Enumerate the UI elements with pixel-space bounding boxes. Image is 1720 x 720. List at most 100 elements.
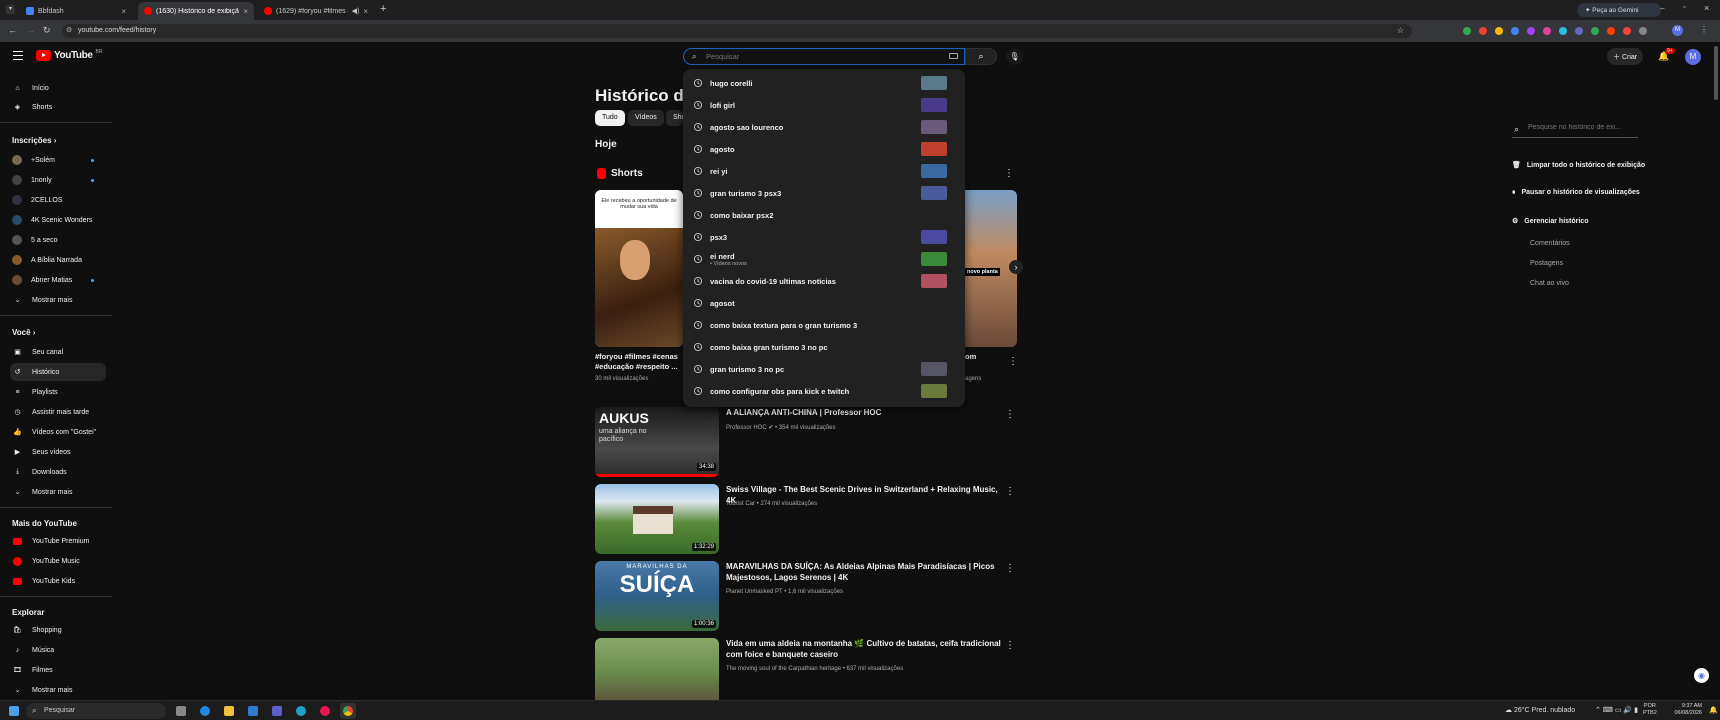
sidebar-item-liked[interactable]: 👍 Vídeos com "Gostei" — [10, 423, 106, 441]
teams-icon[interactable] — [272, 706, 282, 716]
short-more-icon[interactable]: ⋮ — [1008, 356, 1018, 367]
video-row[interactable]: 1:32:29 Swiss Village - The Best Scenic … — [595, 484, 1015, 556]
tab-close-icon[interactable]: × — [121, 7, 126, 16]
video-row[interactable]: MARAVILHAS DA SUÍÇA 1:00:36 MARAVILHAS D… — [595, 561, 1015, 633]
you-heading[interactable]: Você › — [12, 328, 35, 337]
new-tab-button[interactable]: + — [380, 3, 386, 15]
url-bar[interactable]: ⚙ youtube.com/feed/history ☆ — [62, 24, 1412, 38]
sidebar-item-playlists[interactable]: ≡ Playlists — [10, 383, 106, 401]
search-suggestion[interactable]: como baixa textura para o gran turismo 3 — [683, 315, 965, 335]
search-suggestion[interactable]: ei nerd • Vídeos novos — [683, 249, 965, 269]
video-more-icon[interactable]: ⋮ — [1005, 563, 1015, 574]
taskbar-search-input[interactable]: ⌕ Pesquisar — [26, 703, 166, 719]
video-title[interactable]: A ALIANÇA ANTI-CHINA | Professor HOC — [726, 407, 1006, 418]
extension-icon[interactable] — [1527, 27, 1535, 35]
bookmark-star-icon[interactable]: ☆ — [1397, 26, 1404, 35]
browser-menu-icon[interactable]: ⋮ — [1700, 25, 1708, 34]
search-suggestion[interactable]: gran turismo 3 psx3 — [683, 183, 965, 203]
video-thumbnail[interactable]: AUKUS uma aliança no pacífico 34:38 — [595, 407, 719, 477]
voice-search-icon[interactable]: 🎙 — [1006, 48, 1023, 65]
sidebar-item-shopping[interactable]: 🛍 Shopping — [10, 621, 106, 639]
store-icon[interactable] — [248, 706, 258, 716]
sidebar-item-kids[interactable]: YouTube Kids — [10, 572, 106, 590]
video-thumbnail[interactable]: 1:32:29 — [595, 484, 719, 554]
sidebar-item-sub[interactable]: Abner Matias — [10, 271, 106, 289]
video-row[interactable]: AUKUS uma aliança no pacífico 34:38 A AL… — [595, 407, 1015, 479]
forward-icon[interactable]: → — [26, 25, 35, 35]
search-suggestion[interactable]: agosto — [683, 139, 965, 159]
search-suggestion[interactable]: hugo corelli — [683, 73, 965, 93]
tab-close-icon[interactable]: × — [243, 7, 248, 16]
sidebar-item-sub[interactable]: 2CELLOS — [10, 191, 106, 209]
search-suggestion[interactable]: como configurar obs para kick e twitch — [683, 381, 965, 401]
speaker-icon[interactable]: ◀) — [352, 7, 360, 15]
site-info-icon[interactable]: ⚙ — [66, 26, 72, 34]
subscriptions-heading[interactable]: Inscrições › — [12, 136, 56, 145]
extension-icon[interactable] — [1479, 27, 1487, 35]
create-button[interactable]: ＋ Criar — [1607, 48, 1643, 65]
sidebar-item-sub[interactable]: A Bíblia Narrada — [10, 251, 106, 269]
close-window-button[interactable]: × — [1704, 3, 1709, 13]
tab-close-icon[interactable]: × — [363, 7, 368, 16]
tab-search-icon[interactable]: ▾ — [6, 5, 15, 14]
chip-videos[interactable]: Vídeos — [628, 110, 664, 126]
sidebar-item-shorts[interactable]: ◈ Shorts — [10, 98, 106, 116]
extension-icon[interactable] — [1511, 27, 1519, 35]
search-suggestion[interactable]: agosot — [683, 293, 965, 313]
weather-widget[interactable]: ☁ 26°C Pred. nublado — [1505, 706, 1575, 714]
search-suggestion[interactable]: como baixa gran turismo 3 no pc — [683, 337, 965, 357]
video-title[interactable]: Vida em uma aldeia na montanha 🌿 Cultivo… — [726, 638, 1006, 660]
sidebar-item-movies[interactable]: 🎞 Filmes — [10, 661, 106, 679]
task-view-icon[interactable] — [176, 706, 186, 716]
video-thumbnail[interactable] — [595, 638, 719, 700]
sidebar-item-watch-later[interactable]: ◷ Assistir mais tarde — [10, 403, 106, 421]
sidebar-show-more-explore[interactable]: ⌄ Mostrar mais — [10, 681, 106, 699]
maximize-button[interactable]: ▫ — [1683, 4, 1685, 11]
browser-tab-1[interactable]: (1630) Histórico de exibição - Yo × — [138, 2, 254, 20]
extension-icon[interactable] — [1543, 27, 1551, 35]
short-thumbnail[interactable]: Ele recebeu a oportunidade de mudar sua … — [595, 190, 683, 347]
chip-shorts[interactable]: Shorts — [666, 110, 683, 126]
clock[interactable]: 9:37 AM 06/08/2026 — [1660, 703, 1702, 717]
extension-icon[interactable] — [1623, 27, 1631, 35]
chrome-active-tile[interactable] — [340, 703, 356, 719]
extension-icon[interactable] — [1607, 27, 1615, 35]
comments-link[interactable]: Comentários — [1530, 240, 1570, 247]
music-app-icon[interactable] — [320, 706, 330, 716]
extension-icon[interactable] — [1575, 27, 1583, 35]
sidebar-item-sub[interactable]: 4K Scenic Wonders — [10, 211, 106, 229]
posts-link[interactable]: Postagens — [1530, 260, 1563, 267]
short-caption[interactable]: #foryou #filmes #cenas #educação #respei… — [595, 352, 683, 372]
back-icon[interactable]: ← — [8, 25, 17, 35]
history-search-input[interactable]: ⌕ — [1512, 123, 1638, 138]
clear-history-button[interactable]: 🗑 Limpar todo o histórico de exibição — [1512, 161, 1645, 169]
search-suggestion[interactable]: vacina do covid-19 ultimas noticias — [683, 271, 965, 291]
edge-icon[interactable] — [296, 706, 306, 716]
file-explorer-icon[interactable] — [224, 706, 234, 716]
sidebar-item-downloads[interactable]: ⤓ Downloads — [10, 463, 106, 481]
sidebar-item-music-explore[interactable]: ♪ Música — [10, 641, 106, 659]
reload-icon[interactable]: ↻ — [43, 25, 51, 36]
search-button[interactable]: ⌕ — [965, 48, 997, 65]
sidebar-item-your-videos[interactable]: ▶ Seus vídeos — [10, 443, 106, 461]
video-more-icon[interactable]: ⋮ — [1005, 409, 1015, 420]
search-suggestion[interactable]: psx3 — [683, 227, 965, 247]
search-text-field[interactable] — [706, 51, 906, 62]
video-row[interactable]: Vida em uma aldeia na montanha 🌿 Cultivo… — [595, 638, 1015, 700]
youtube-logo[interactable]: YouTube BR — [36, 49, 102, 61]
sidebar-item-premium[interactable]: YouTube Premium — [10, 532, 106, 550]
short-caption[interactable]: om — [965, 352, 976, 361]
shorts-more-icon[interactable]: ⋮ — [1004, 168, 1014, 179]
search-suggestion[interactable]: rei yi — [683, 161, 965, 181]
sidebar-item-history[interactable]: ↺ Histórico — [10, 363, 106, 381]
video-thumbnail[interactable]: MARAVILHAS DA SUÍÇA 1:00:36 — [595, 561, 719, 631]
page-scrollbar[interactable] — [1714, 46, 1718, 100]
extension-icon[interactable] — [1495, 27, 1503, 35]
video-title[interactable]: MARAVILHAS DA SUÍÇA: As Aldeias Alpinas … — [726, 561, 1006, 583]
extension-icon[interactable] — [1591, 27, 1599, 35]
search-suggestion[interactable]: gran turismo 3 no pc — [683, 359, 965, 379]
search-suggestion[interactable]: lofi girl — [683, 95, 965, 115]
search-suggestion[interactable]: agosto sao lourenco — [683, 117, 965, 137]
chip-all[interactable]: Tudo — [595, 110, 625, 126]
sidebar-item-sub[interactable]: 5 a seco — [10, 231, 106, 249]
